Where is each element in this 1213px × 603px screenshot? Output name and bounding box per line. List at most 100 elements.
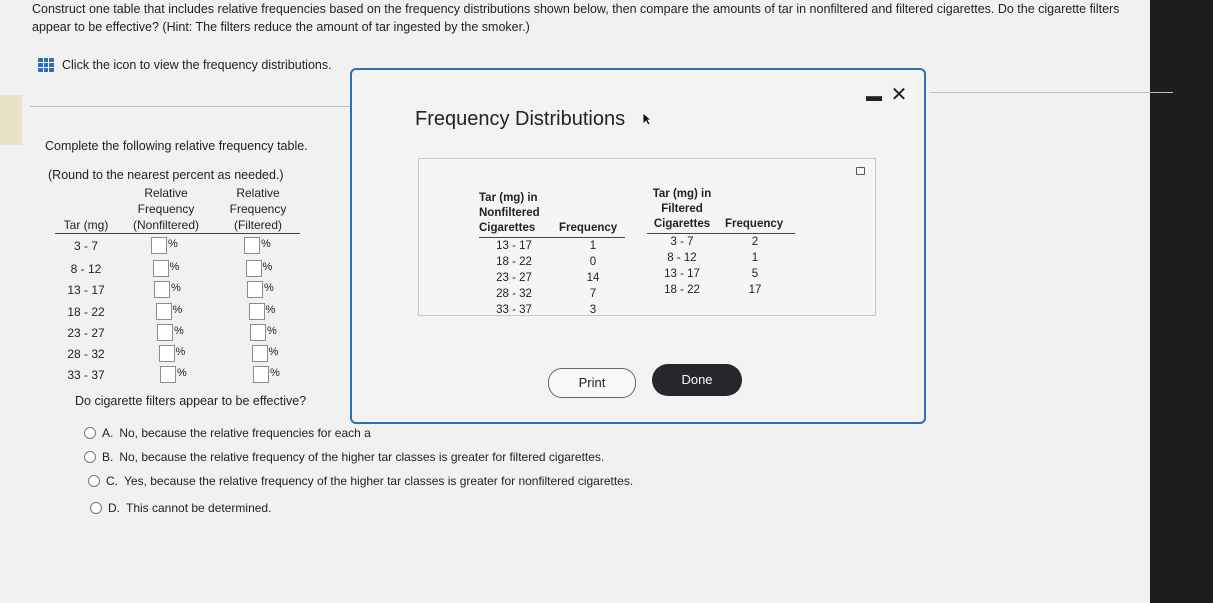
header-nonfiltered: Relative Frequency (Nonfiltered) [125, 185, 207, 235]
percent-sign: % [174, 325, 184, 337]
filtered-percent-input[interactable] [248, 303, 265, 320]
option-letter: D. [108, 501, 120, 515]
option-text: No, because the relative frequency of th… [119, 450, 605, 464]
question-line-1: Construct one table that includes relati… [32, 2, 1120, 16]
header-line: Relative [144, 186, 188, 200]
table-row: 18 - 22%% [55, 303, 300, 323]
frequency-cell: 1 [751, 252, 759, 264]
percent-sign: % [177, 367, 187, 379]
tar-class-label: 23 - 27 [67, 326, 105, 340]
table-row: 3 - 7%% [55, 237, 300, 257]
frequency-cell: 3 [589, 304, 597, 316]
table-icon[interactable] [38, 58, 54, 72]
header-filtered: Relative Frequency (Filtered) [220, 185, 296, 235]
option-d[interactable]: D. This cannot be determined. [90, 501, 271, 515]
filtered-underline [647, 233, 795, 234]
header-line: Tar (mg) in [652, 188, 712, 200]
percent-sign: % [262, 261, 273, 273]
percent-sign: % [270, 367, 280, 379]
nonfiltered-percent-input[interactable] [154, 281, 170, 298]
tar-class-label: 8 - 12 [70, 262, 102, 276]
tar-class-label: 18 - 22 [67, 305, 105, 319]
done-button[interactable]: Done [652, 364, 742, 396]
filtered-percent-input[interactable] [251, 345, 268, 362]
option-text: This cannot be determined. [126, 501, 272, 515]
filtered-table: Tar (mg) in Filtered Cigarettes Frequenc… [647, 187, 817, 327]
percent-sign: % [168, 238, 178, 250]
option-text: No, because the relative frequencies for… [119, 426, 371, 440]
class-cell: 28 - 32 [496, 288, 532, 300]
option-a[interactable]: A. No, because the relative frequencies … [84, 426, 371, 440]
percent-sign: % [264, 282, 274, 294]
header-line: Cigarettes [653, 218, 711, 230]
header-underline [55, 233, 300, 234]
percent-sign: % [261, 238, 271, 250]
radio-button[interactable] [88, 475, 100, 487]
header-line: (Nonfiltered) [132, 218, 200, 232]
distributions-panel: Tar (mg) in Nonfiltered Cigarettes Frequ… [418, 158, 876, 316]
percent-sign: % [265, 304, 276, 316]
nonfiltered-underline [479, 237, 625, 238]
nonfiltered-percent-input[interactable] [152, 260, 169, 277]
radio-button[interactable] [84, 451, 96, 463]
header-line: Cigarettes [479, 222, 536, 234]
header-line: Frequency [137, 202, 195, 216]
filtered-percent-input[interactable] [244, 237, 260, 254]
nonfiltered-percent-input[interactable] [151, 237, 167, 254]
frequency-cell: 14 [586, 272, 600, 284]
nonfiltered-percent-input[interactable] [158, 345, 175, 362]
frequency-cell: 1 [589, 240, 597, 252]
filtered-percent-input[interactable] [245, 260, 262, 277]
percent-sign: % [169, 261, 180, 273]
expand-icon[interactable] [856, 167, 865, 175]
filtered-percent-input[interactable] [247, 281, 263, 298]
nonfiltered-frequency-header: Frequency [559, 222, 618, 234]
nonfiltered-percent-input[interactable] [155, 303, 172, 320]
frequency-cell: 5 [751, 268, 759, 280]
left-strip [0, 95, 22, 145]
radio-button[interactable] [84, 427, 96, 439]
dialog-title: Frequency Distributions [415, 108, 626, 130]
percent-sign: % [172, 304, 183, 316]
option-c[interactable]: C. Yes, because the relative frequency o… [88, 474, 633, 488]
header-line: Nonfiltered [479, 207, 540, 219]
frequency-cell: 7 [589, 288, 597, 300]
option-letter: B. [102, 450, 114, 464]
header-line: (Filtered) [233, 218, 282, 232]
nonfiltered-percent-input[interactable] [157, 324, 173, 341]
filtered-percent-input[interactable] [250, 324, 266, 341]
nonfiltered-table: Tar (mg) in Nonfiltered Cigarettes Frequ… [479, 191, 629, 331]
option-letter: A. [102, 426, 114, 440]
option-b[interactable]: B. No, because the relative frequency of… [84, 450, 604, 464]
screen: Construct one table that includes relati… [0, 0, 1173, 603]
print-button[interactable]: Print [548, 368, 636, 398]
view-distributions-link[interactable]: Click the icon to view the frequency dis… [38, 58, 332, 72]
option-letter: C. [106, 474, 118, 488]
nonfiltered-class-header: Tar (mg) in Nonfiltered Cigarettes [479, 191, 559, 236]
minimize-button[interactable]: ▬ [866, 89, 882, 105]
header-line: Relative [236, 186, 280, 200]
mouse-cursor-icon [642, 112, 652, 126]
divider [930, 92, 1173, 93]
class-cell: 18 - 22 [664, 284, 700, 296]
header-tar: Tar (mg) [55, 185, 117, 235]
header-line: Frequency [229, 202, 287, 216]
percent-sign: % [267, 325, 277, 337]
class-cell: 33 - 37 [496, 304, 532, 316]
filtered-percent-input[interactable] [253, 366, 269, 383]
nonfiltered-percent-input[interactable] [160, 366, 176, 383]
instruction-text: Complete the following relative frequenc… [45, 139, 308, 153]
radio-button[interactable] [90, 502, 102, 514]
round-note: (Round to the nearest percent as needed.… [48, 168, 284, 182]
close-button[interactable]: ✕ [890, 85, 908, 105]
header-nonfiltered-label: Relative Frequency (Nonfiltered) [125, 185, 207, 233]
class-cell: 3 - 7 [670, 236, 694, 248]
filtered-frequency-header: Frequency [725, 218, 784, 230]
table-row: 28 - 32%% [55, 345, 300, 365]
percent-sign: % [171, 282, 181, 294]
question-text: Construct one table that includes relati… [32, 0, 1147, 36]
header-line: Tar (mg) in [479, 192, 538, 204]
frequency-distributions-dialog: Frequency Distributions ▬ ✕ Tar (mg) in … [350, 68, 926, 424]
question-line-2: appear to be effective? (Hint: The filte… [32, 20, 530, 34]
filtered-class-header: Tar (mg) in Filtered Cigarettes [647, 187, 717, 232]
